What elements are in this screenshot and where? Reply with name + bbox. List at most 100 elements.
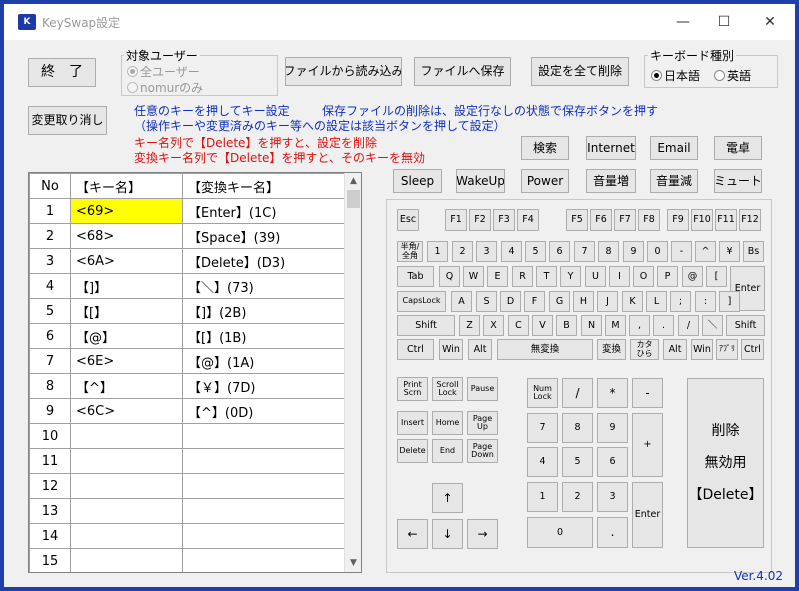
numpad-9-key[interactable]: 9: [597, 413, 628, 443]
key-a-row-4[interactable]: G: [549, 291, 570, 312]
f3-key[interactable]: F3: [493, 209, 515, 231]
table-row[interactable]: 1 <69> 【Enter】(1C): [29, 198, 345, 224]
key-q-row-7[interactable]: I: [609, 266, 630, 287]
row-key-name-cell[interactable]: 【^】: [70, 373, 183, 399]
left-ctrl-key[interactable]: Ctrl: [397, 339, 434, 360]
f6-key[interactable]: F6: [590, 209, 612, 231]
key-a-row-9[interactable]: ;: [670, 291, 691, 312]
key-7[interactable]: 8: [598, 241, 619, 262]
numpad-add-key[interactable]: +: [632, 413, 663, 477]
key-q-row-4[interactable]: T: [536, 266, 557, 287]
row-mapped-key-cell[interactable]: [182, 448, 345, 474]
key-z-row-1[interactable]: X: [483, 315, 504, 336]
key-z-row-6[interactable]: M: [605, 315, 626, 336]
key-a-row-6[interactable]: J: [597, 291, 618, 312]
pause-key[interactable]: Pause: [467, 377, 498, 401]
backspace-key[interactable]: Bs: [743, 241, 764, 262]
current-user-option[interactable]: nomurのみ: [127, 79, 203, 96]
key-a-row-0[interactable]: A: [451, 291, 472, 312]
numpad-8-key[interactable]: 8: [562, 413, 593, 443]
key-q-row-8[interactable]: O: [633, 266, 654, 287]
maximize-button[interactable]: ☐: [701, 4, 747, 40]
table-row[interactable]: 15: [29, 548, 345, 572]
row-mapped-key-cell[interactable]: 【Space】(39): [182, 223, 345, 249]
search-key-button[interactable]: 検索: [521, 136, 569, 160]
capslock-key[interactable]: CapsLock: [397, 291, 446, 312]
numpad-2-key[interactable]: 2: [562, 482, 593, 512]
key-2[interactable]: 3: [476, 241, 497, 262]
row-key-name-cell[interactable]: 【[】: [70, 298, 183, 324]
table-row[interactable]: 5 【[】 【]】(2B): [29, 298, 345, 324]
esc-key[interactable]: Esc: [397, 209, 419, 231]
kana-key[interactable]: カタ ひら: [630, 339, 659, 360]
exit-button[interactable]: 終 了: [28, 58, 96, 87]
row-key-name-cell[interactable]: 【]】: [70, 273, 183, 299]
table-row[interactable]: 4 【]】 【＼】(73): [29, 273, 345, 299]
row-key-name-cell[interactable]: <6A>: [70, 248, 183, 274]
table-row[interactable]: 6 【@】 【[】(1B): [29, 323, 345, 349]
key-z-row-0[interactable]: Z: [459, 315, 480, 336]
left-win-key[interactable]: Win: [439, 339, 463, 360]
numpad-subtract-key[interactable]: -: [632, 378, 663, 408]
key-a-row-7[interactable]: K: [622, 291, 643, 312]
right-ctrl-key[interactable]: Ctrl: [741, 339, 764, 360]
numpad-decimal-key[interactable]: .: [597, 517, 628, 548]
wakeup-key-button[interactable]: WakeUp: [456, 169, 505, 193]
power-key-button[interactable]: Power: [521, 169, 569, 193]
f9-key[interactable]: F9: [667, 209, 689, 231]
key-11[interactable]: ^: [695, 241, 716, 262]
key-z-row-2[interactable]: C: [508, 315, 529, 336]
tab-key[interactable]: Tab: [397, 266, 434, 287]
row-key-name-cell[interactable]: 【@】: [70, 323, 183, 349]
disable-delete-key[interactable]: 削除 無効用 【Delete】: [687, 378, 764, 548]
key-q-row-5[interactable]: Y: [560, 266, 581, 287]
arrow-up-icon[interactable]: ↑: [432, 483, 463, 513]
end-key[interactable]: End: [432, 439, 463, 463]
numpad-divide-key[interactable]: /: [562, 378, 593, 408]
row-key-name-cell[interactable]: [70, 473, 183, 499]
f12-key[interactable]: F12: [739, 209, 761, 231]
key-a-row-8[interactable]: L: [646, 291, 667, 312]
henkan-key[interactable]: 変換: [597, 339, 626, 360]
table-row[interactable]: 11: [29, 448, 345, 474]
f1-key[interactable]: F1: [445, 209, 467, 231]
key-9[interactable]: 0: [647, 241, 668, 262]
row-mapped-key-cell[interactable]: 【^】(0D): [182, 398, 345, 424]
space-muhenkan-key[interactable]: 無変換: [497, 339, 593, 360]
row-mapped-key-cell[interactable]: 【@】(1A): [182, 348, 345, 374]
all-users-option[interactable]: 全ユーザー: [127, 63, 200, 80]
page-down-key[interactable]: Page Down: [467, 439, 498, 463]
table-row[interactable]: 7 <6E> 【@】(1A): [29, 348, 345, 374]
row-key-name-cell[interactable]: [70, 523, 183, 549]
save-file-button[interactable]: ファイルへ保存: [414, 57, 511, 86]
key-8[interactable]: 9: [623, 241, 644, 262]
key-a-row-2[interactable]: D: [500, 291, 521, 312]
row-mapped-key-cell[interactable]: 【Enter】(1C): [182, 198, 345, 224]
row-key-name-cell[interactable]: <6C>: [70, 398, 183, 424]
key-5[interactable]: 6: [549, 241, 570, 262]
numpad-0-key[interactable]: 0: [527, 517, 593, 548]
close-button[interactable]: ✕: [747, 4, 793, 40]
key-z-row-4[interactable]: B: [556, 315, 577, 336]
load-file-button[interactable]: ファイルから読み込み: [285, 57, 402, 86]
row-mapped-key-cell[interactable]: [182, 473, 345, 499]
table-row[interactable]: 3 <6A> 【Delete】(D3): [29, 248, 345, 274]
table-row[interactable]: 13: [29, 498, 345, 524]
table-row[interactable]: 12: [29, 473, 345, 499]
table-row[interactable]: 10: [29, 423, 345, 449]
scroll-thumb[interactable]: [347, 190, 360, 208]
arrow-left-icon[interactable]: ←: [397, 519, 428, 549]
row-key-name-cell[interactable]: [70, 548, 183, 572]
scroll-up-icon[interactable]: ▲: [345, 173, 361, 190]
row-mapped-key-cell[interactable]: [182, 423, 345, 449]
key-a-row-3[interactable]: F: [524, 291, 545, 312]
numpad-multiply-key[interactable]: *: [597, 378, 628, 408]
row-mapped-key-cell[interactable]: 【[】(1B): [182, 323, 345, 349]
arrow-down-icon[interactable]: ↓: [432, 519, 463, 549]
f10-key[interactable]: F10: [691, 209, 713, 231]
f5-key[interactable]: F5: [566, 209, 588, 231]
row-key-name-cell[interactable]: <68>: [70, 223, 183, 249]
japanese-option[interactable]: 日本語: [651, 67, 700, 84]
row-key-name-cell[interactable]: [70, 498, 183, 524]
row-key-name-cell[interactable]: [70, 448, 183, 474]
